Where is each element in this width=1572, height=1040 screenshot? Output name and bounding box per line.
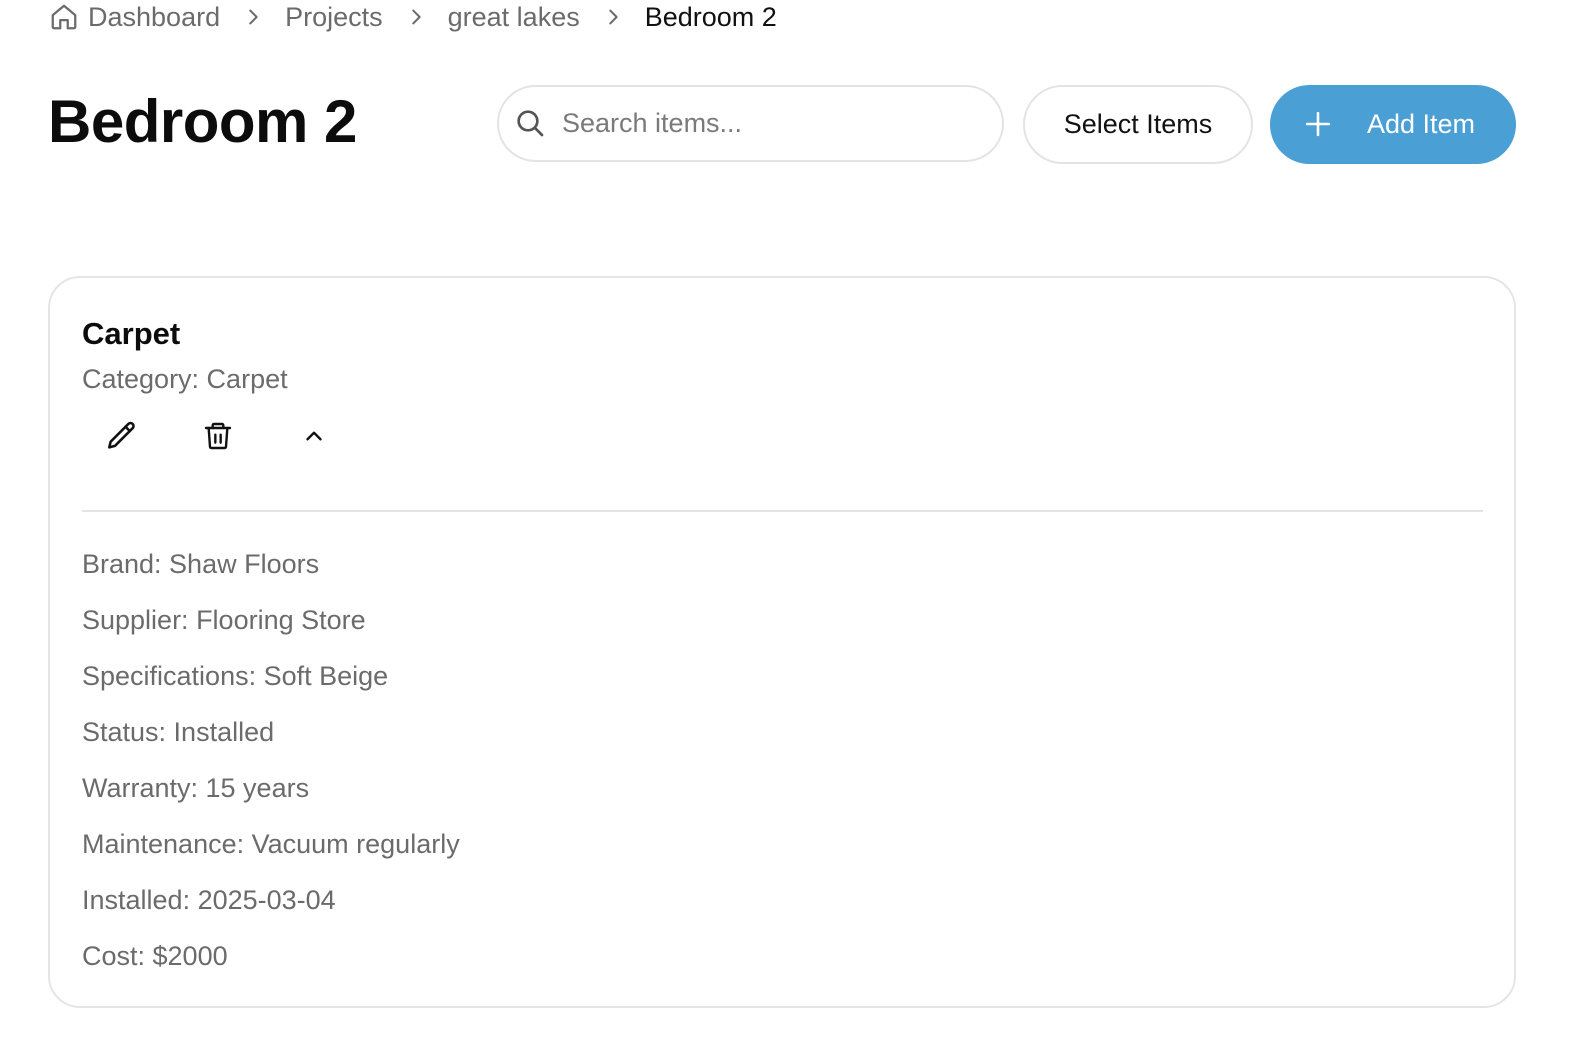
item-category: Category: Carpet — [82, 364, 288, 394]
home-icon — [49, 2, 79, 32]
add-item-label: Add Item — [1367, 109, 1476, 139]
divider — [82, 510, 1483, 512]
item-name: Carpet — [82, 316, 181, 351]
search-box[interactable] — [497, 85, 1004, 162]
chevron-right-icon — [405, 6, 427, 28]
detail-installed: Installed: 2025-03-04 — [82, 885, 336, 915]
breadcrumb-item-projects[interactable]: Projects — [285, 2, 383, 33]
item-card: Carpet Category: Carpet Brand: Shaw Floo… — [48, 276, 1516, 1008]
detail-maintenance: Maintenance: Vacuum regularly — [82, 829, 460, 859]
collapse-button[interactable] — [274, 418, 354, 458]
pencil-icon — [105, 419, 139, 458]
search-input[interactable] — [562, 87, 982, 160]
breadcrumb-label: great lakes — [447, 1, 580, 32]
breadcrumb-item-current: Bedroom 2 — [645, 2, 777, 33]
breadcrumb-label: Bedroom 2 — [644, 1, 777, 32]
page-title: Bedroom 2 — [48, 88, 357, 155]
detail-cost: Cost: $2000 — [82, 941, 228, 971]
item-actions — [82, 418, 370, 458]
trash-icon — [202, 420, 234, 457]
detail-specifications: Specifications: Soft Beige — [82, 661, 389, 691]
search-icon — [514, 107, 546, 139]
detail-supplier: Supplier: Flooring Store — [82, 605, 366, 635]
chevron-up-icon — [301, 423, 327, 454]
chevron-right-icon — [242, 6, 264, 28]
chevron-right-icon — [602, 6, 624, 28]
edit-button[interactable] — [82, 418, 162, 458]
plus-icon — [1305, 111, 1331, 137]
detail-status: Status: Installed — [82, 717, 275, 747]
breadcrumb-label: Projects — [285, 1, 383, 32]
breadcrumb-item-great-lakes[interactable]: great lakes — [448, 2, 580, 33]
detail-warranty: Warranty: 15 years — [82, 773, 310, 803]
delete-button[interactable] — [178, 418, 258, 458]
breadcrumb-label: Dashboard — [88, 1, 221, 32]
item-details: Brand: Shaw Floors Supplier: Flooring St… — [82, 546, 460, 994]
detail-brand: Brand: Shaw Floors — [82, 549, 320, 579]
select-items-button[interactable]: Select Items — [1023, 85, 1253, 164]
breadcrumb: Dashboard Projects great lakes Bedroom 2 — [49, 0, 777, 34]
breadcrumb-item-dashboard[interactable]: Dashboard — [49, 2, 220, 33]
add-item-button[interactable]: Add Item — [1270, 85, 1516, 164]
